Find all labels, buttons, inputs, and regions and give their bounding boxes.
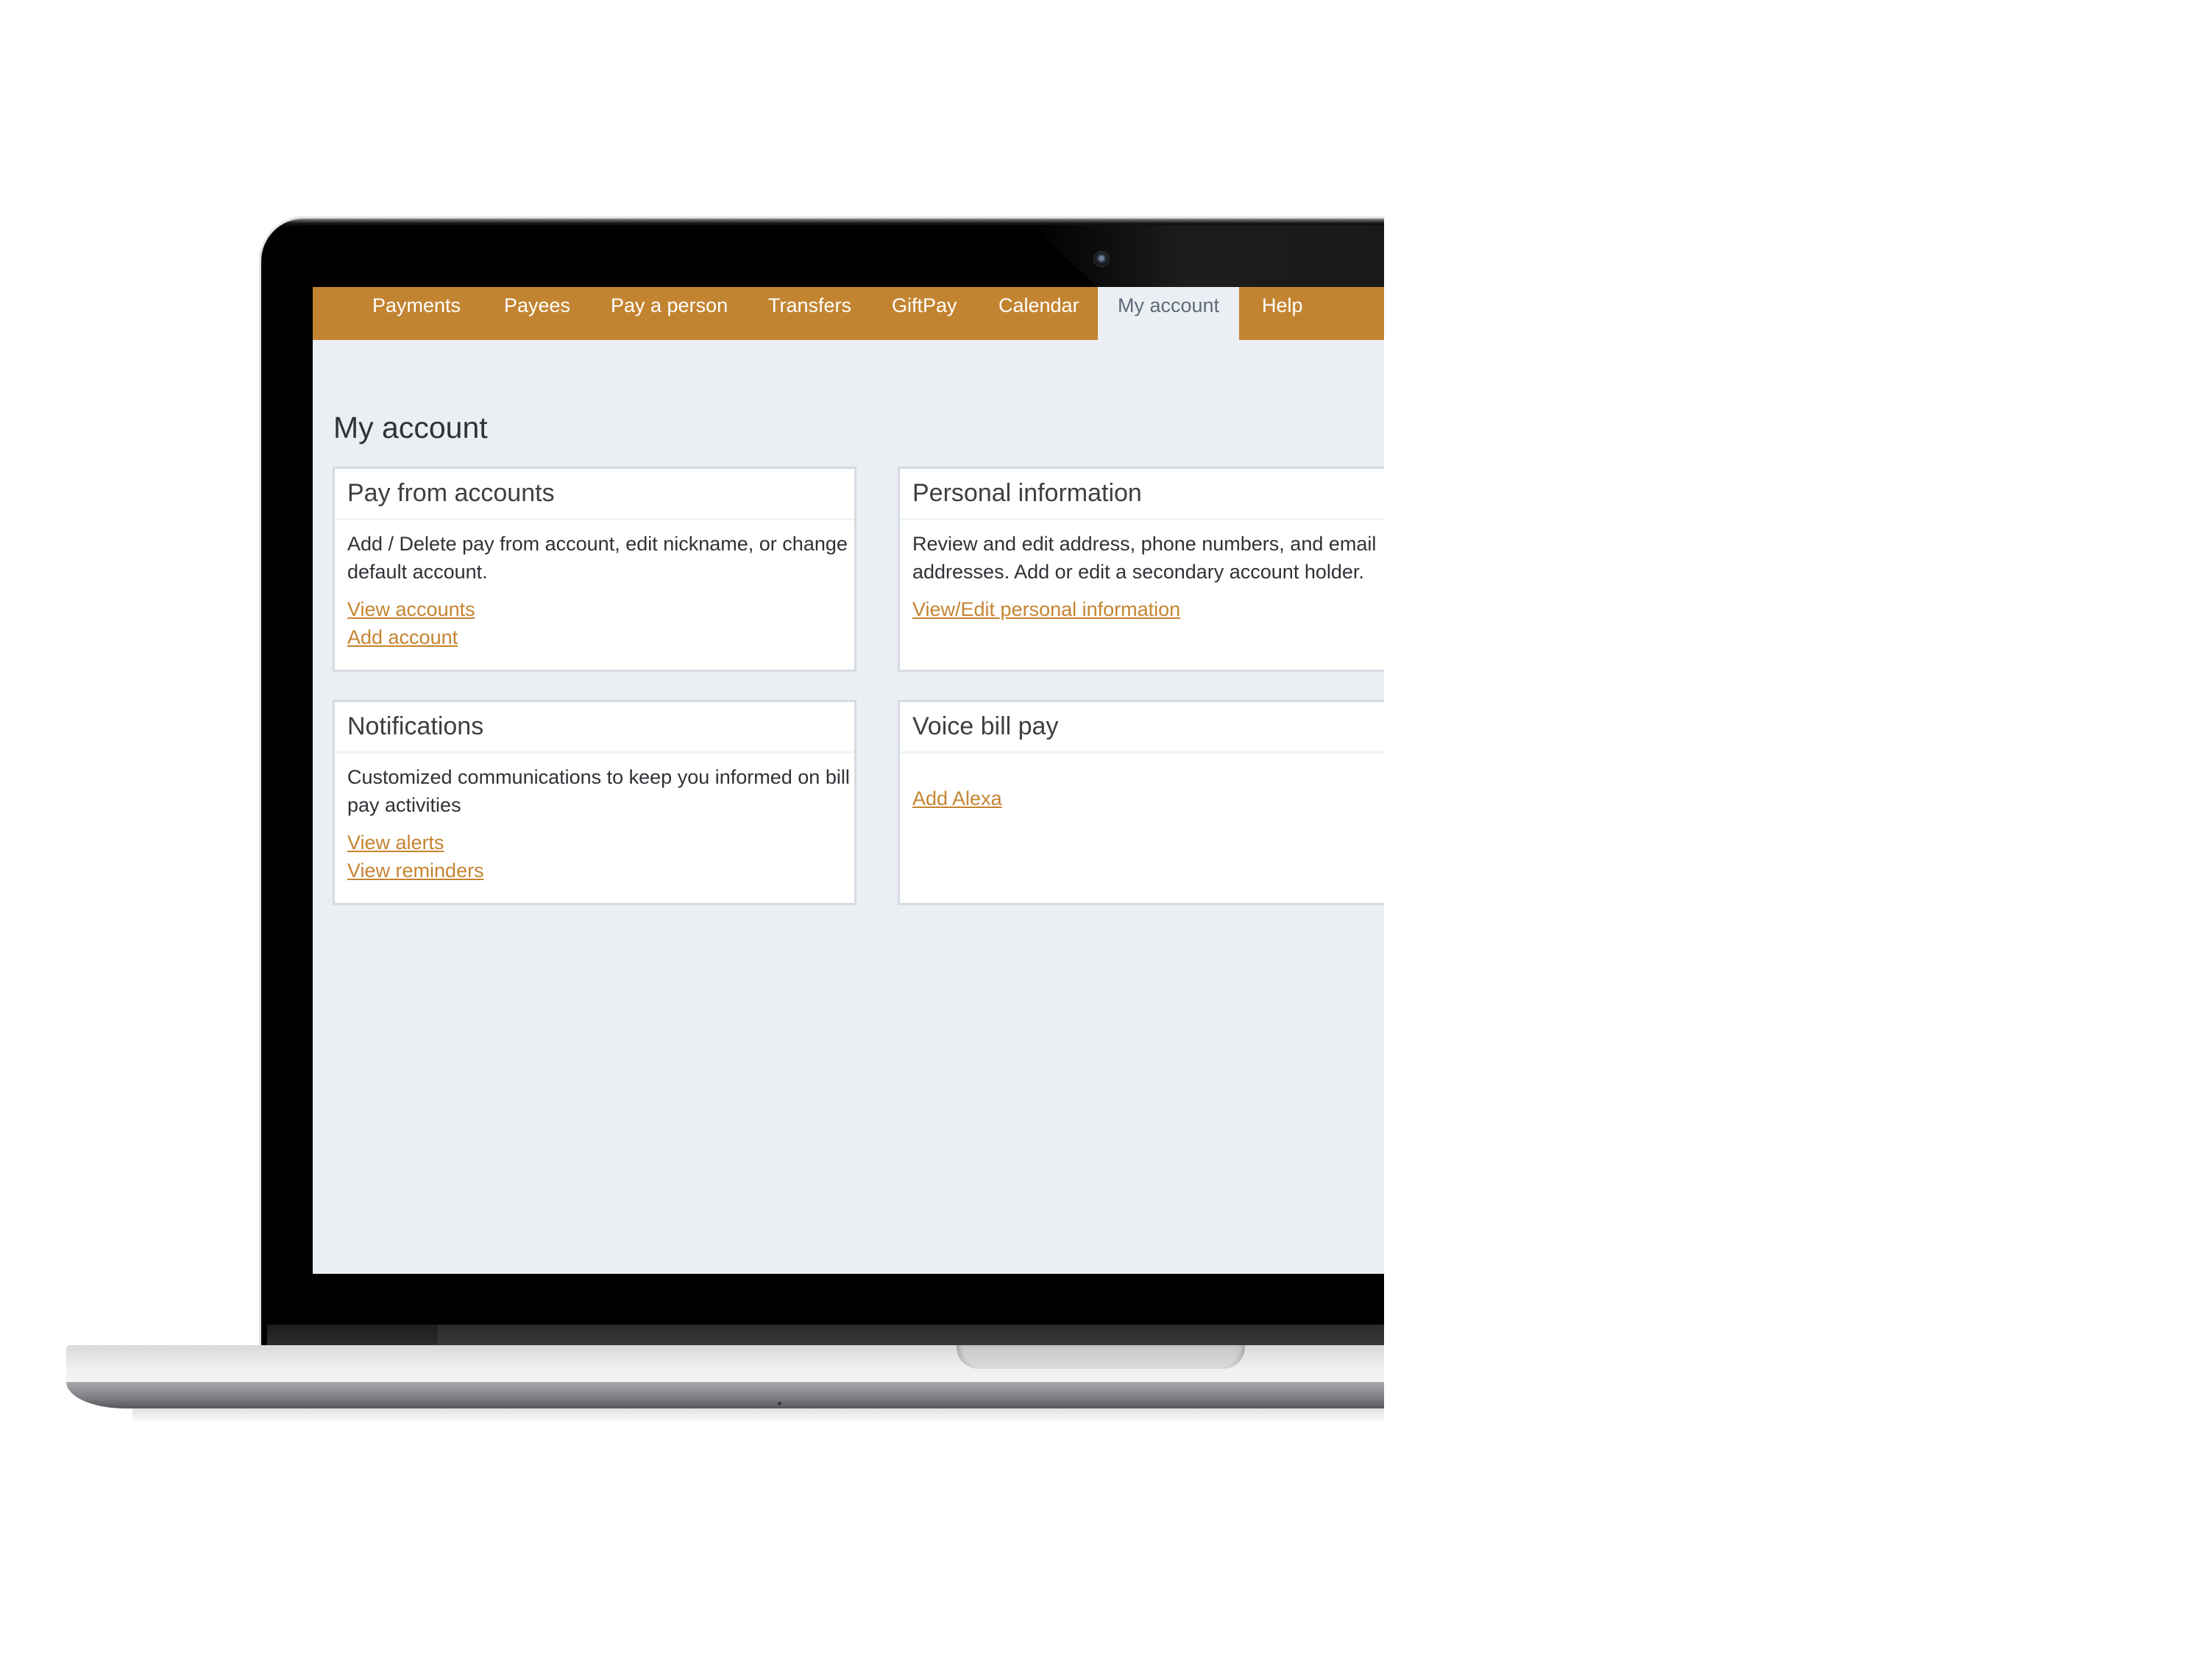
- card-title: Pay from accounts: [347, 479, 555, 507]
- laptop-hinge-band: [438, 1325, 1384, 1347]
- card-pay-from-accounts: Pay from accounts Add / Delete pay from …: [333, 467, 856, 672]
- nav-tab-payments[interactable]: Payments: [372, 287, 461, 340]
- card-title: Voice bill pay: [912, 712, 1059, 740]
- card-description: Customized communications to keep you in…: [347, 766, 850, 816]
- nav-tab-pay-a-person[interactable]: Pay a person: [611, 287, 728, 340]
- add-alexa-link[interactable]: Add Alexa: [912, 784, 1002, 812]
- card-header: Personal information: [900, 469, 1384, 520]
- card-title: Personal information: [912, 479, 1142, 507]
- view-edit-personal-information-link[interactable]: View/Edit personal information: [912, 595, 1180, 623]
- card-header: Notifications: [335, 702, 854, 754]
- view-alerts-link[interactable]: View alerts: [347, 829, 444, 857]
- laptop-mockup: Payments Payees Pay a person Transfers G…: [0, 0, 1384, 1680]
- laptop-shadow: [132, 1408, 1384, 1423]
- laptop-lid-notch: [957, 1345, 1245, 1369]
- nav-tab-my-account[interactable]: My account: [1098, 287, 1239, 340]
- card-personal-information: Personal information Review and edit add…: [898, 467, 1384, 672]
- nav-tab-giftpay[interactable]: GiftPay: [892, 287, 957, 340]
- app-screen: Payments Payees Pay a person Transfers G…: [313, 287, 1384, 1274]
- main-nav: Payments Payees Pay a person Transfers G…: [313, 287, 1384, 340]
- card-voice-bill-pay: Voice bill pay Add Alexa: [898, 700, 1384, 905]
- card-notifications: Notifications Customized communications …: [333, 700, 856, 905]
- card-header: Voice bill pay: [900, 702, 1384, 754]
- webcam-icon: [1094, 252, 1109, 266]
- nav-tab-payees[interactable]: Payees: [504, 287, 570, 340]
- page-title: My account: [333, 411, 488, 444]
- nav-tab-transfers[interactable]: Transfers: [768, 287, 851, 340]
- card-header: Pay from accounts: [335, 469, 854, 520]
- card-description: Review and edit address, phone numbers, …: [912, 533, 1377, 583]
- add-account-link[interactable]: Add account: [347, 623, 458, 651]
- card-description: Add / Delete pay from account, edit nick…: [347, 533, 848, 583]
- view-reminders-link[interactable]: View reminders: [347, 857, 484, 885]
- nav-tab-help[interactable]: Help: [1262, 287, 1303, 340]
- nav-tab-calendar[interactable]: Calendar: [998, 287, 1079, 340]
- card-title: Notifications: [347, 712, 484, 740]
- view-accounts-link[interactable]: View accounts: [347, 595, 475, 623]
- laptop-base-edge: [66, 1382, 1384, 1408]
- laptop-indicator-light: [778, 1402, 781, 1405]
